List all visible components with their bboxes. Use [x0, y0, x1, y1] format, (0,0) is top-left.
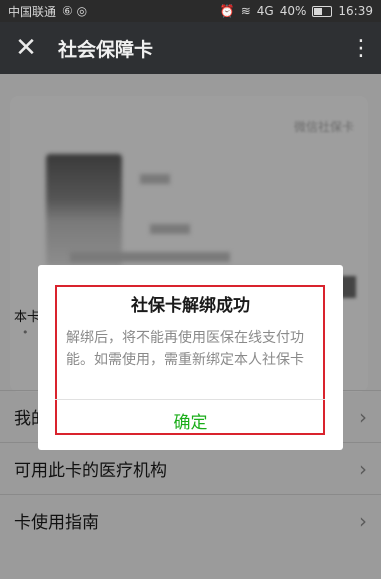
- confirm-button[interactable]: 确定: [38, 402, 343, 438]
- network-label: 4G: [256, 4, 274, 18]
- status-bar: 中国联通 ⑥ ◎ ⏰ ≋ 4G 40% 16:39: [0, 0, 381, 22]
- chevron-right-icon: ›: [359, 456, 367, 481]
- more-vertical-icon: ⋮: [350, 35, 372, 61]
- page-title: 社会保障卡: [58, 38, 154, 61]
- dialog-message: 解绑后，将不能再使用医保在线支付功能。如需使用，需重新绑定本人社保卡: [66, 330, 304, 368]
- alarm-icon: ⏰: [219, 4, 235, 18]
- list-item-label: 卡使用指南: [14, 513, 99, 533]
- battery-percent: 40%: [279, 4, 307, 18]
- status-bar-right: ⏰ ≋ 4G 40% 16:39: [220, 4, 373, 18]
- carrier-label: 中国联通: [8, 4, 57, 19]
- card-field-blurred: [70, 252, 230, 262]
- chevron-right-icon: ›: [359, 404, 367, 429]
- card-field-blurred: [150, 224, 190, 234]
- wifi-icon: ≋: [240, 4, 251, 18]
- card-field-blurred: [140, 174, 170, 184]
- list-item-usage-guide[interactable]: 卡使用指南 ›: [0, 494, 381, 546]
- unbind-success-dialog: 社保卡解绑成功 解绑后，将不能再使用医保在线支付功能。如需使用，需重新绑定本人社…: [38, 265, 343, 450]
- list-item-label: 可用此卡的医疗机构: [14, 461, 167, 481]
- card-note: 本卡: [14, 310, 41, 325]
- card-photo: [46, 154, 122, 266]
- dialog-divider: [55, 399, 325, 400]
- card-issuer: 微信社保卡: [293, 120, 354, 134]
- chevron-right-icon: ›: [359, 508, 367, 533]
- clock: 16:39: [338, 4, 373, 18]
- card-note-bullet: •: [22, 326, 29, 339]
- notification-icons: ⑥ ◎: [62, 4, 88, 18]
- app-header: ✕ 社会保障卡 ⋮: [0, 22, 381, 74]
- status-bar-left: 中国联通 ⑥ ◎: [8, 3, 87, 20]
- more-options-button[interactable]: ⋮: [341, 22, 381, 74]
- close-icon: ✕: [15, 33, 37, 63]
- dialog-title: 社保卡解绑成功: [131, 296, 250, 316]
- battery-icon: [312, 5, 333, 17]
- close-button[interactable]: ✕: [0, 22, 52, 74]
